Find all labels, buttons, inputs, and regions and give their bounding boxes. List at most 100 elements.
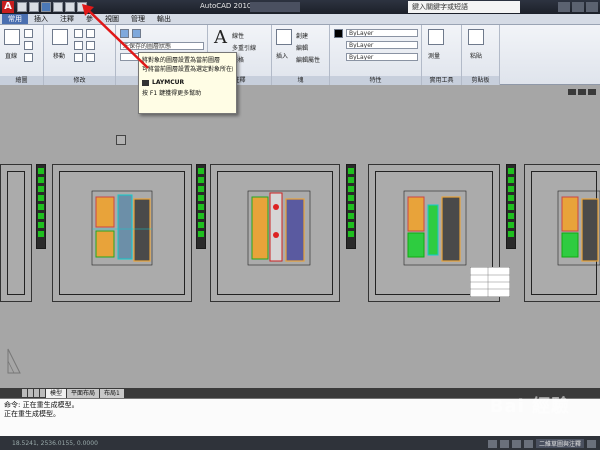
paste-label: 粘貼: [470, 53, 483, 60]
layer-state-icon[interactable]: [132, 29, 141, 38]
text-icon[interactable]: A: [214, 27, 227, 48]
viewport-minimize-icon[interactable]: [568, 89, 576, 95]
tab-output[interactable]: 輸出: [151, 14, 177, 24]
linear-dim-button[interactable]: 線性: [232, 31, 244, 40]
app-title: AutoCAD 2010: [200, 2, 252, 10]
tab-view[interactable]: 視圖: [99, 14, 125, 24]
panel-block-label: 塊: [272, 76, 329, 85]
save-icon[interactable]: [41, 2, 51, 12]
last-layout-icon[interactable]: [40, 389, 45, 397]
viewport-controls: [568, 89, 596, 95]
panel-utilities: 測量 實用工具: [422, 25, 462, 85]
color-select[interactable]: ByLayer: [346, 29, 418, 37]
title-block-strip: [196, 164, 206, 249]
grid-icon[interactable]: [499, 439, 509, 448]
command-icon: [142, 79, 149, 86]
tab-plan-layout[interactable]: 平面布局: [67, 389, 100, 398]
tab-parametric[interactable]: 參: [80, 14, 99, 24]
ribbon-tab-bar: 常用 插入 注釋 參 視圖 管理 輸出: [0, 14, 600, 25]
minimize-icon[interactable]: [558, 2, 570, 12]
redo-icon[interactable]: [65, 2, 75, 12]
title-block-strip: [346, 164, 356, 249]
measure-icon[interactable]: [428, 29, 444, 45]
viewport-marker: [116, 135, 126, 145]
tab-model[interactable]: 模型: [46, 389, 67, 398]
multileader-button[interactable]: 多重引線: [232, 43, 256, 52]
tab-manage[interactable]: 管理: [125, 14, 151, 24]
paste-icon[interactable]: [468, 29, 484, 45]
viewport-restore-icon[interactable]: [578, 89, 586, 95]
model-space-icon[interactable]: [487, 439, 497, 448]
zoom-icon[interactable]: [523, 439, 533, 448]
floor-plan-3[interactable]: [400, 185, 472, 270]
tab-annotate[interactable]: 注釋: [54, 14, 80, 24]
maximize-icon[interactable]: [572, 2, 584, 12]
watermark-logo: Bai 經驗: [489, 396, 570, 417]
tab-home[interactable]: 常用: [2, 14, 28, 24]
panel-draw-label: 繪圖: [0, 76, 43, 85]
edit-block-button[interactable]: 編輯: [296, 43, 308, 52]
tooltip-command-name: LAYMCUR: [152, 79, 185, 86]
arc-icon[interactable]: [24, 53, 33, 62]
command-tooltip: 將對象的圖層設置為當前圖層 可將當前圖層設置為選定對象所在的圖層 LAYMCUR…: [138, 52, 237, 114]
scale-icon[interactable]: [86, 53, 95, 62]
panel-clipboard: 粘貼 剪貼板: [462, 25, 500, 85]
next-layout-icon[interactable]: [34, 389, 39, 397]
workspace-switch[interactable]: 二維草圖與注釋: [535, 439, 584, 448]
open-file-icon[interactable]: [29, 2, 39, 12]
linetype-select[interactable]: ByLayer: [346, 41, 418, 49]
panel-modify: 移動 修改: [44, 25, 116, 85]
tooltip-line-2: 可將當前圖層設置為選定對象所在的圖層: [142, 66, 233, 73]
title-bar: A AutoCAD 2010 鍵入關鍵字或短語: [0, 0, 600, 14]
undo-icon[interactable]: [53, 2, 63, 12]
rotate-icon[interactable]: [74, 29, 83, 38]
circle-icon[interactable]: [24, 41, 33, 50]
search-input[interactable]: 鍵入關鍵字或短語: [408, 1, 520, 13]
move-icon[interactable]: [52, 29, 68, 45]
panel-clipboard-label: 剪貼板: [462, 76, 499, 85]
insert-block-icon[interactable]: [276, 29, 292, 45]
tab-insert[interactable]: 插入: [28, 14, 54, 24]
tab-layout1[interactable]: 布局1: [100, 389, 124, 398]
lineweight-select[interactable]: ByLayer: [346, 53, 418, 61]
stretch-icon[interactable]: [74, 53, 83, 62]
viewport-close-icon[interactable]: [588, 89, 596, 95]
layer-state-select[interactable]: 未保存的圖層狀態: [120, 42, 204, 50]
mirror-icon[interactable]: [86, 41, 95, 50]
title-block-strip: [506, 164, 516, 249]
quick-access-toolbar: [17, 2, 87, 12]
new-file-icon[interactable]: [17, 2, 27, 12]
panel-utilities-label: 實用工具: [422, 76, 461, 85]
line-icon[interactable]: [4, 29, 20, 45]
snap-icon[interactable]: [511, 439, 521, 448]
print-icon[interactable]: [77, 2, 87, 12]
create-block-button[interactable]: 創建: [296, 31, 308, 40]
tooltip-line-1: 將對象的圖層設置為當前圖層: [142, 57, 221, 64]
polyline-icon[interactable]: [24, 29, 33, 38]
panel-draw: 直線 繪圖: [0, 25, 44, 85]
layer-properties-icon[interactable]: [120, 29, 129, 38]
trim-icon[interactable]: [86, 29, 95, 38]
color-swatch-icon: [334, 29, 343, 38]
tooltip-help: 按 F1 鍵獲得更多幫助: [142, 90, 202, 97]
close-icon[interactable]: [586, 2, 598, 12]
coordinate-readout: 18.5241, 2536.0155, 0.0000: [12, 439, 98, 447]
status-bar: 18.5241, 2536.0155, 0.0000 二維草圖與注釋: [0, 436, 600, 450]
move-label: 移動: [53, 53, 66, 60]
edit-attributes-button[interactable]: 編輯屬性: [296, 55, 320, 64]
first-layout-icon[interactable]: [22, 389, 27, 397]
measure-label: 測量: [428, 53, 441, 60]
floor-plan-2[interactable]: [244, 185, 316, 270]
floor-plan-4[interactable]: [556, 185, 600, 270]
settings-icon[interactable]: [587, 439, 596, 448]
autocad-logo-icon[interactable]: A: [2, 1, 14, 13]
tooltip-command: LAYMCUR: [142, 78, 233, 87]
window-controls: [558, 2, 598, 12]
title-block-strip: [36, 164, 46, 249]
floor-plan-1[interactable]: [88, 185, 158, 270]
line-label: 直線: [5, 53, 18, 60]
prev-layout-icon[interactable]: [28, 389, 33, 397]
drawing-viewport[interactable]: [0, 85, 600, 388]
copy-icon[interactable]: [74, 41, 83, 50]
drawing-sheet[interactable]: [0, 164, 32, 302]
